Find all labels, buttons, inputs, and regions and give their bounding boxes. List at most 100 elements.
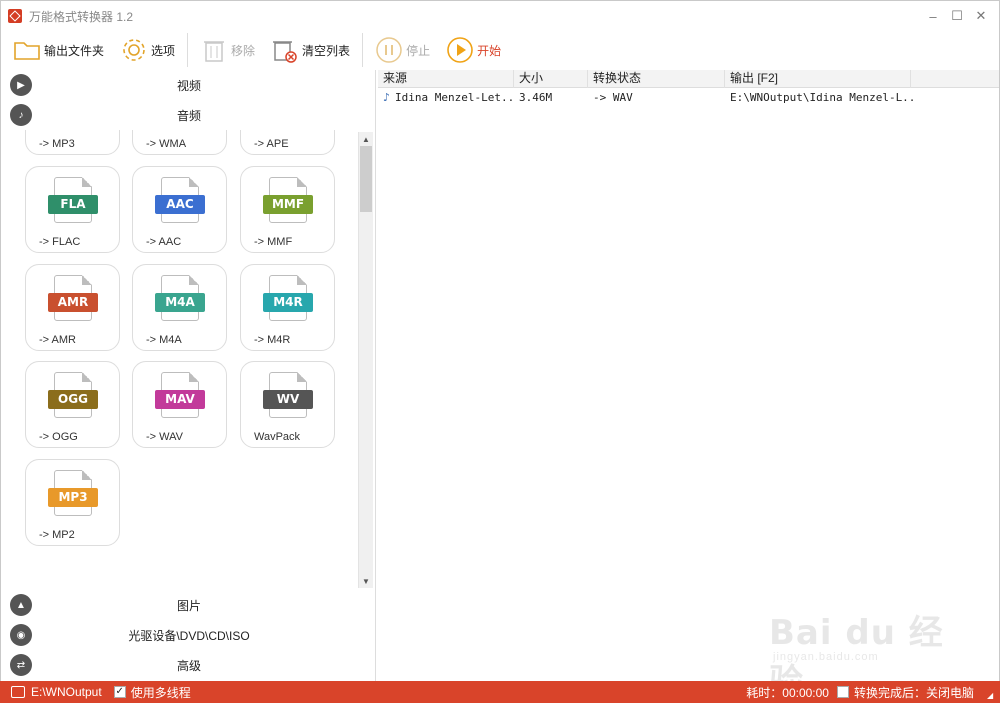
close-button[interactable]: ✕ bbox=[969, 5, 993, 27]
trash-icon bbox=[200, 36, 228, 64]
file-list-panel: 来源 大小 转换状态 输出 [F2] ♪ Idina Menzel-Let... … bbox=[378, 70, 999, 681]
elapsed-time: 耗时：00:00:00 bbox=[746, 685, 829, 700]
format-tile-wma[interactable]: -> WMA bbox=[132, 130, 227, 155]
audio-file-icon: ♪ bbox=[383, 91, 391, 104]
app-logo-icon bbox=[8, 9, 22, 23]
folder-icon bbox=[13, 36, 41, 64]
minimize-button[interactable]: – bbox=[921, 5, 945, 27]
remove-button[interactable]: 移除 bbox=[196, 33, 259, 67]
output-folder-button[interactable]: 输出文件夹 bbox=[9, 33, 108, 67]
format-tile-mp2[interactable]: MP3 -> MP2 bbox=[25, 459, 120, 546]
format-tile-amr[interactable]: AMR -> AMR bbox=[25, 264, 120, 351]
source-name: Idina Menzel-Let... bbox=[395, 91, 514, 104]
format-tile-wav[interactable]: MAV -> WAV bbox=[132, 361, 227, 448]
format-tile-ogg[interactable]: OGG -> OGG bbox=[25, 361, 120, 448]
format-grid-scrollbar[interactable]: ▲ ▼ bbox=[358, 132, 373, 588]
format-badge: AMR bbox=[48, 293, 98, 312]
format-tile-mmf[interactable]: MMF -> MMF bbox=[240, 166, 335, 253]
format-tile-label: -> WAV bbox=[146, 431, 183, 443]
swap-arrows-icon: ⇄ bbox=[10, 654, 32, 676]
audio-format-grid: -> MP3 -> WMA -> APE FLA -> FLAC AAC -> … bbox=[2, 130, 376, 590]
format-tile-wavpack[interactable]: WV WavPack bbox=[240, 361, 335, 448]
clear-list-button[interactable]: 清空列表 bbox=[267, 33, 354, 67]
format-tile-label: -> MP2 bbox=[39, 529, 75, 541]
format-tile-m4a[interactable]: M4A -> M4A bbox=[132, 264, 227, 351]
stop-label: 停止 bbox=[406, 43, 431, 58]
category-audio[interactable]: ♪ 音频 bbox=[2, 100, 376, 130]
format-badge: MP3 bbox=[48, 488, 98, 507]
format-tile-label: -> OGG bbox=[39, 431, 78, 443]
window-controls: – ☐ ✕ bbox=[921, 5, 993, 27]
format-badge: WV bbox=[263, 390, 313, 409]
format-tile-label: -> M4A bbox=[146, 334, 182, 346]
options-button[interactable]: 选项 bbox=[116, 33, 179, 67]
category-video-label: 视频 bbox=[176, 78, 201, 93]
shutdown-checkbox[interactable] bbox=[836, 686, 849, 698]
window-title: 万能格式转换器 1.2 bbox=[29, 9, 134, 24]
column-header-size[interactable]: 大小 bbox=[514, 70, 588, 88]
status-bar: E:\WNOutput ✓ 使用多线程 耗时：00:00:00 转换完成后：关闭… bbox=[0, 681, 1000, 703]
format-badge: FLA bbox=[48, 195, 98, 214]
shutdown-label: 转换完成后：关闭电脑 bbox=[853, 685, 974, 700]
cell-output: E:\WNOutput\Idina Menzel-L... bbox=[730, 91, 915, 104]
multithread-checkbox[interactable]: ✓ bbox=[113, 686, 126, 698]
format-tile-label: -> WMA bbox=[146, 138, 187, 150]
format-tile-ape[interactable]: -> APE bbox=[240, 130, 335, 155]
format-panel: ▶ 视频 ♪ 音频 -> MP3 -> WMA -> APE FLA -> FL… bbox=[2, 70, 376, 681]
format-tile-mp3[interactable]: -> MP3 bbox=[25, 130, 120, 155]
app-window: 万能格式转换器 1.2 – ☐ ✕ 输出文件夹 选项 移除 清空列表 停止 开始… bbox=[0, 0, 1000, 703]
format-tile-label: WavPack bbox=[254, 431, 301, 443]
file-list-row[interactable]: ♪ Idina Menzel-Let... 3.46M -> WAV E:\WNO… bbox=[378, 89, 999, 107]
stop-button[interactable]: 停止 bbox=[371, 33, 434, 67]
column-header-status[interactable]: 转换状态 bbox=[588, 70, 725, 88]
gear-icon bbox=[120, 36, 148, 64]
scrollbar-thumb[interactable] bbox=[360, 146, 372, 212]
category-disc[interactable]: ◉ 光驱设备\DVD\CD\ISO bbox=[2, 620, 376, 650]
pause-icon bbox=[375, 36, 403, 64]
format-badge: M4A bbox=[155, 293, 205, 312]
category-audio-label: 音频 bbox=[176, 108, 201, 123]
format-tile-label: -> FLAC bbox=[39, 236, 81, 248]
toolbar-divider bbox=[187, 33, 189, 67]
category-video[interactable]: ▶ 视频 bbox=[2, 70, 376, 100]
format-tile-label: -> AAC bbox=[146, 236, 182, 248]
format-tile-flac[interactable]: FLA -> FLAC bbox=[25, 166, 120, 253]
toolbar: 输出文件夹 选项 移除 清空列表 停止 开始 bbox=[1, 31, 999, 69]
disc-icon: ◉ bbox=[10, 624, 32, 646]
format-tile-label: -> MP3 bbox=[39, 138, 75, 150]
format-tile-label: -> APE bbox=[254, 138, 289, 150]
format-tile-label: -> MMF bbox=[254, 236, 293, 248]
format-tile-label: -> M4R bbox=[254, 334, 291, 346]
output-path-link[interactable]: E:\WNOutput bbox=[11, 685, 102, 699]
multithread-toggle[interactable]: ✓ 使用多线程 bbox=[113, 684, 191, 701]
cell-status: -> WAV bbox=[593, 91, 633, 104]
column-header-output[interactable]: 输出 [F2] bbox=[725, 70, 911, 88]
output-path-text: E:\WNOutput bbox=[31, 685, 102, 699]
scroll-down-arrow-icon[interactable]: ▼ bbox=[359, 574, 373, 588]
start-button[interactable]: 开始 bbox=[442, 33, 505, 67]
format-badge: MMF bbox=[263, 195, 313, 214]
maximize-button[interactable]: ☐ bbox=[945, 5, 969, 27]
multithread-label: 使用多线程 bbox=[130, 685, 191, 700]
start-label: 开始 bbox=[477, 43, 502, 58]
baidu-jingyan-watermark: Bai du 经验 jingyan.baidu.com bbox=[759, 597, 959, 702]
format-badge: OGG bbox=[48, 390, 98, 409]
format-tile-label: -> AMR bbox=[39, 334, 76, 346]
resize-grip-icon[interactable]: ◢ bbox=[987, 691, 997, 701]
format-tile-m4r[interactable]: M4R -> M4R bbox=[240, 264, 335, 351]
category-image[interactable]: ▲ 图片 bbox=[2, 590, 376, 620]
file-list-header: 来源 大小 转换状态 输出 [F2] bbox=[378, 70, 999, 88]
format-tile-aac[interactable]: AAC -> AAC bbox=[132, 166, 227, 253]
output-folder-label: 输出文件夹 bbox=[44, 43, 105, 58]
toolbar-divider bbox=[362, 33, 364, 67]
scroll-up-arrow-icon[interactable]: ▲ bbox=[359, 132, 373, 146]
category-advanced-label: 高级 bbox=[176, 658, 201, 673]
title-bar: 万能格式转换器 1.2 – ☐ ✕ bbox=[1, 1, 999, 31]
music-note-icon: ♪ bbox=[10, 104, 32, 126]
category-disc-label: 光驱设备\DVD\CD\ISO bbox=[128, 628, 250, 643]
column-header-source[interactable]: 来源 bbox=[378, 70, 514, 88]
format-badge: M4R bbox=[263, 293, 313, 312]
image-icon: ▲ bbox=[10, 594, 32, 616]
video-play-icon: ▶ bbox=[10, 74, 32, 96]
category-advanced[interactable]: ⇄ 高级 bbox=[2, 650, 376, 680]
